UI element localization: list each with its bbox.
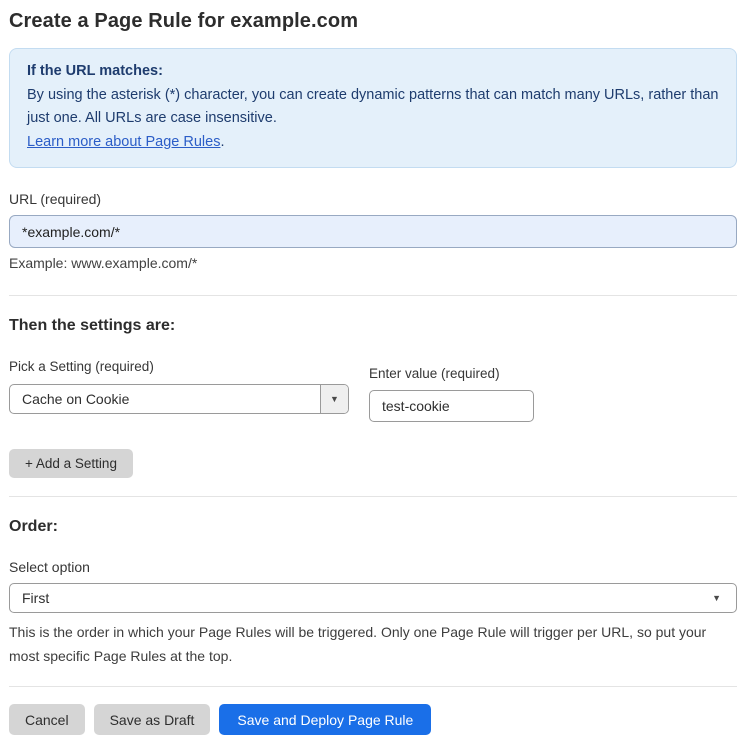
learn-more-link[interactable]: Learn more about Page Rules: [27, 134, 220, 150]
info-box-body: By using the asterisk (*) character, you…: [27, 86, 719, 127]
info-box-link-line: Learn more about Page Rules.: [27, 131, 719, 155]
order-helper-text: This is the order in which your Page Rul…: [9, 624, 707, 664]
page-title: Create a Page Rule for example.com: [9, 10, 359, 32]
cancel-button[interactable]: Cancel: [9, 704, 85, 735]
url-field-label: URL (required): [9, 191, 102, 207]
chevron-down-icon: ▼: [712, 593, 721, 603]
save-and-deploy-button[interactable]: Save and Deploy Page Rule: [219, 704, 432, 735]
chevron-down-icon: ▼: [330, 394, 339, 404]
url-example-helper: Example: www.example.com/*: [9, 255, 198, 271]
setting-row: Pick a Setting (required) Cache on Cooki…: [9, 359, 737, 422]
info-box-heading: If the URL matches:: [27, 63, 163, 79]
order-selected-value: First: [22, 590, 50, 606]
setting-value-column: Enter value (required): [369, 366, 534, 422]
section-divider: [9, 496, 737, 497]
order-select-label: Select option: [9, 559, 90, 575]
enter-value-label: Enter value (required): [369, 366, 500, 381]
save-as-draft-button[interactable]: Save as Draft: [93, 704, 211, 735]
order-select[interactable]: First ▼: [9, 583, 737, 613]
settings-section-heading: Then the settings are:: [9, 317, 176, 334]
setting-picker-column: Pick a Setting (required) Cache on Cooki…: [9, 359, 349, 414]
setting-value-input[interactable]: [369, 390, 534, 422]
url-input[interactable]: [9, 215, 737, 248]
url-match-info-box: If the URL matches: By using the asteris…: [9, 48, 737, 168]
add-setting-button[interactable]: + Add a Setting: [9, 449, 133, 478]
footer-actions: Cancel Save as Draft Save and Deploy Pag…: [9, 704, 737, 735]
pick-setting-selected-value: Cache on Cookie: [22, 391, 130, 407]
section-divider: [9, 295, 737, 296]
pick-setting-label: Pick a Setting (required): [9, 359, 154, 374]
pick-setting-select[interactable]: Cache on Cookie ▼: [9, 384, 349, 414]
pick-setting-arrow-box[interactable]: ▼: [320, 385, 348, 413]
footer-divider: [9, 686, 737, 687]
link-suffix: .: [220, 133, 225, 150]
order-section-heading: Order:: [9, 518, 58, 535]
